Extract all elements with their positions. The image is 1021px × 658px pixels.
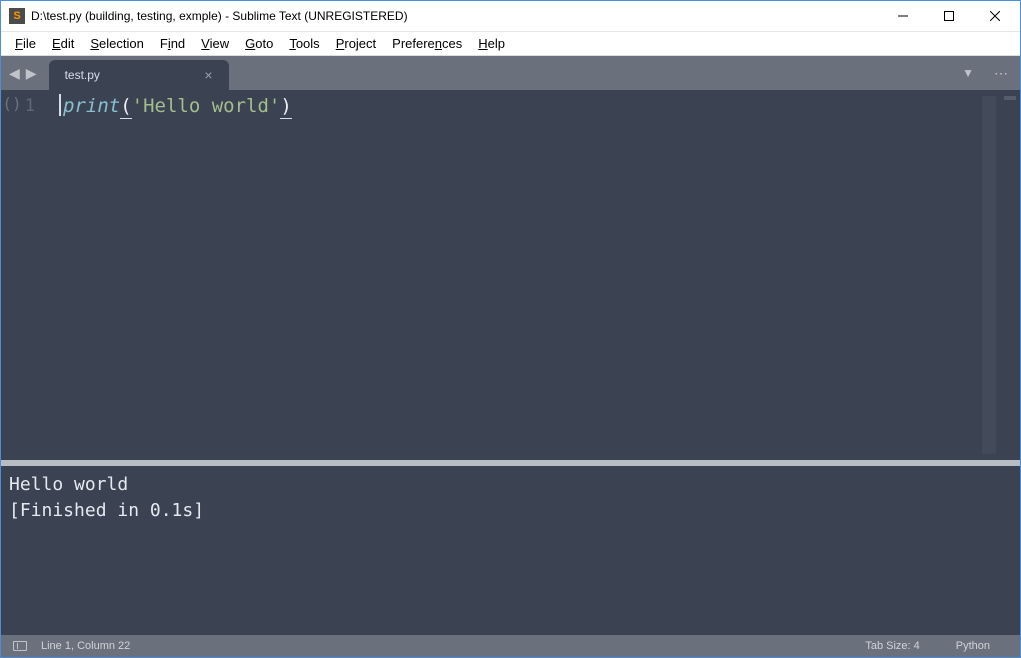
output-panel[interactable]: Hello world [Finished in 0.1s] bbox=[1, 466, 1020, 635]
status-tab-size[interactable]: Tab Size: 4 bbox=[847, 640, 937, 652]
menubar: File Edit Selection Find View Goto Tools… bbox=[1, 32, 1020, 56]
tab-prev-icon[interactable]: ◀ bbox=[7, 65, 22, 82]
tab-label: test.py bbox=[65, 68, 100, 82]
line-gutter: 1 bbox=[23, 90, 59, 460]
menu-view[interactable]: View bbox=[193, 34, 237, 53]
output-line: [Finished in 0.1s] bbox=[9, 498, 1012, 524]
fold-gutter: () bbox=[1, 90, 23, 460]
window-controls bbox=[880, 1, 1018, 31]
maximize-button[interactable] bbox=[926, 1, 972, 31]
line-number: 1 bbox=[23, 94, 35, 118]
tabbar: ◀ ▶ test.py × ▼ ⋯ bbox=[1, 56, 1020, 90]
status-position[interactable]: Line 1, Column 22 bbox=[41, 640, 847, 652]
token-close-paren: ) bbox=[280, 94, 291, 119]
token-open-paren: ( bbox=[120, 94, 131, 119]
statusbar: Line 1, Column 22 Tab Size: 4 Python bbox=[1, 635, 1020, 657]
token-string: 'Hello world' bbox=[132, 94, 281, 119]
menu-tools[interactable]: Tools bbox=[281, 34, 327, 53]
tabbar-right: ▼ ⋯ bbox=[962, 56, 1020, 90]
tab-nav: ◀ ▶ bbox=[7, 56, 49, 90]
tab-dropdown-icon[interactable]: ▼ bbox=[962, 66, 974, 80]
cursor bbox=[59, 94, 61, 116]
tab-close-icon[interactable]: × bbox=[200, 67, 216, 83]
editor[interactable]: () 1 print ( 'Hello world' ) bbox=[1, 90, 1020, 460]
output-line: Hello world bbox=[9, 472, 1012, 498]
menu-edit[interactable]: Edit bbox=[44, 34, 82, 53]
minimize-button[interactable] bbox=[880, 1, 926, 31]
status-syntax[interactable]: Python bbox=[938, 640, 1008, 652]
code-content[interactable]: print ( 'Hello world' ) bbox=[59, 90, 982, 460]
app-icon: S bbox=[9, 8, 25, 24]
window-title: D:\test.py (building, testing, exmple) -… bbox=[31, 9, 880, 23]
close-button[interactable] bbox=[972, 1, 1018, 31]
minimap-content bbox=[1004, 96, 1016, 100]
minimap[interactable] bbox=[1000, 90, 1020, 460]
menu-selection[interactable]: Selection bbox=[82, 34, 151, 53]
menu-file[interactable]: File bbox=[7, 34, 44, 53]
menu-goto[interactable]: Goto bbox=[237, 34, 281, 53]
tab-active[interactable]: test.py × bbox=[49, 60, 229, 90]
menu-preferences[interactable]: Preferences bbox=[384, 34, 470, 53]
tab-overflow-icon[interactable]: ⋯ bbox=[994, 65, 1010, 82]
tab-next-icon[interactable]: ▶ bbox=[24, 65, 39, 82]
menu-find[interactable]: Find bbox=[152, 34, 193, 53]
panel-switcher-icon[interactable] bbox=[13, 641, 27, 651]
token-function: print bbox=[63, 94, 120, 119]
editor-scrollbar[interactable] bbox=[982, 96, 996, 454]
fold-indicator: () bbox=[1, 94, 23, 113]
menu-help[interactable]: Help bbox=[470, 34, 513, 53]
titlebar: S D:\test.py (building, testing, exmple)… bbox=[1, 1, 1020, 32]
code-line: print ( 'Hello world' ) bbox=[59, 94, 982, 119]
menu-project[interactable]: Project bbox=[328, 34, 384, 53]
